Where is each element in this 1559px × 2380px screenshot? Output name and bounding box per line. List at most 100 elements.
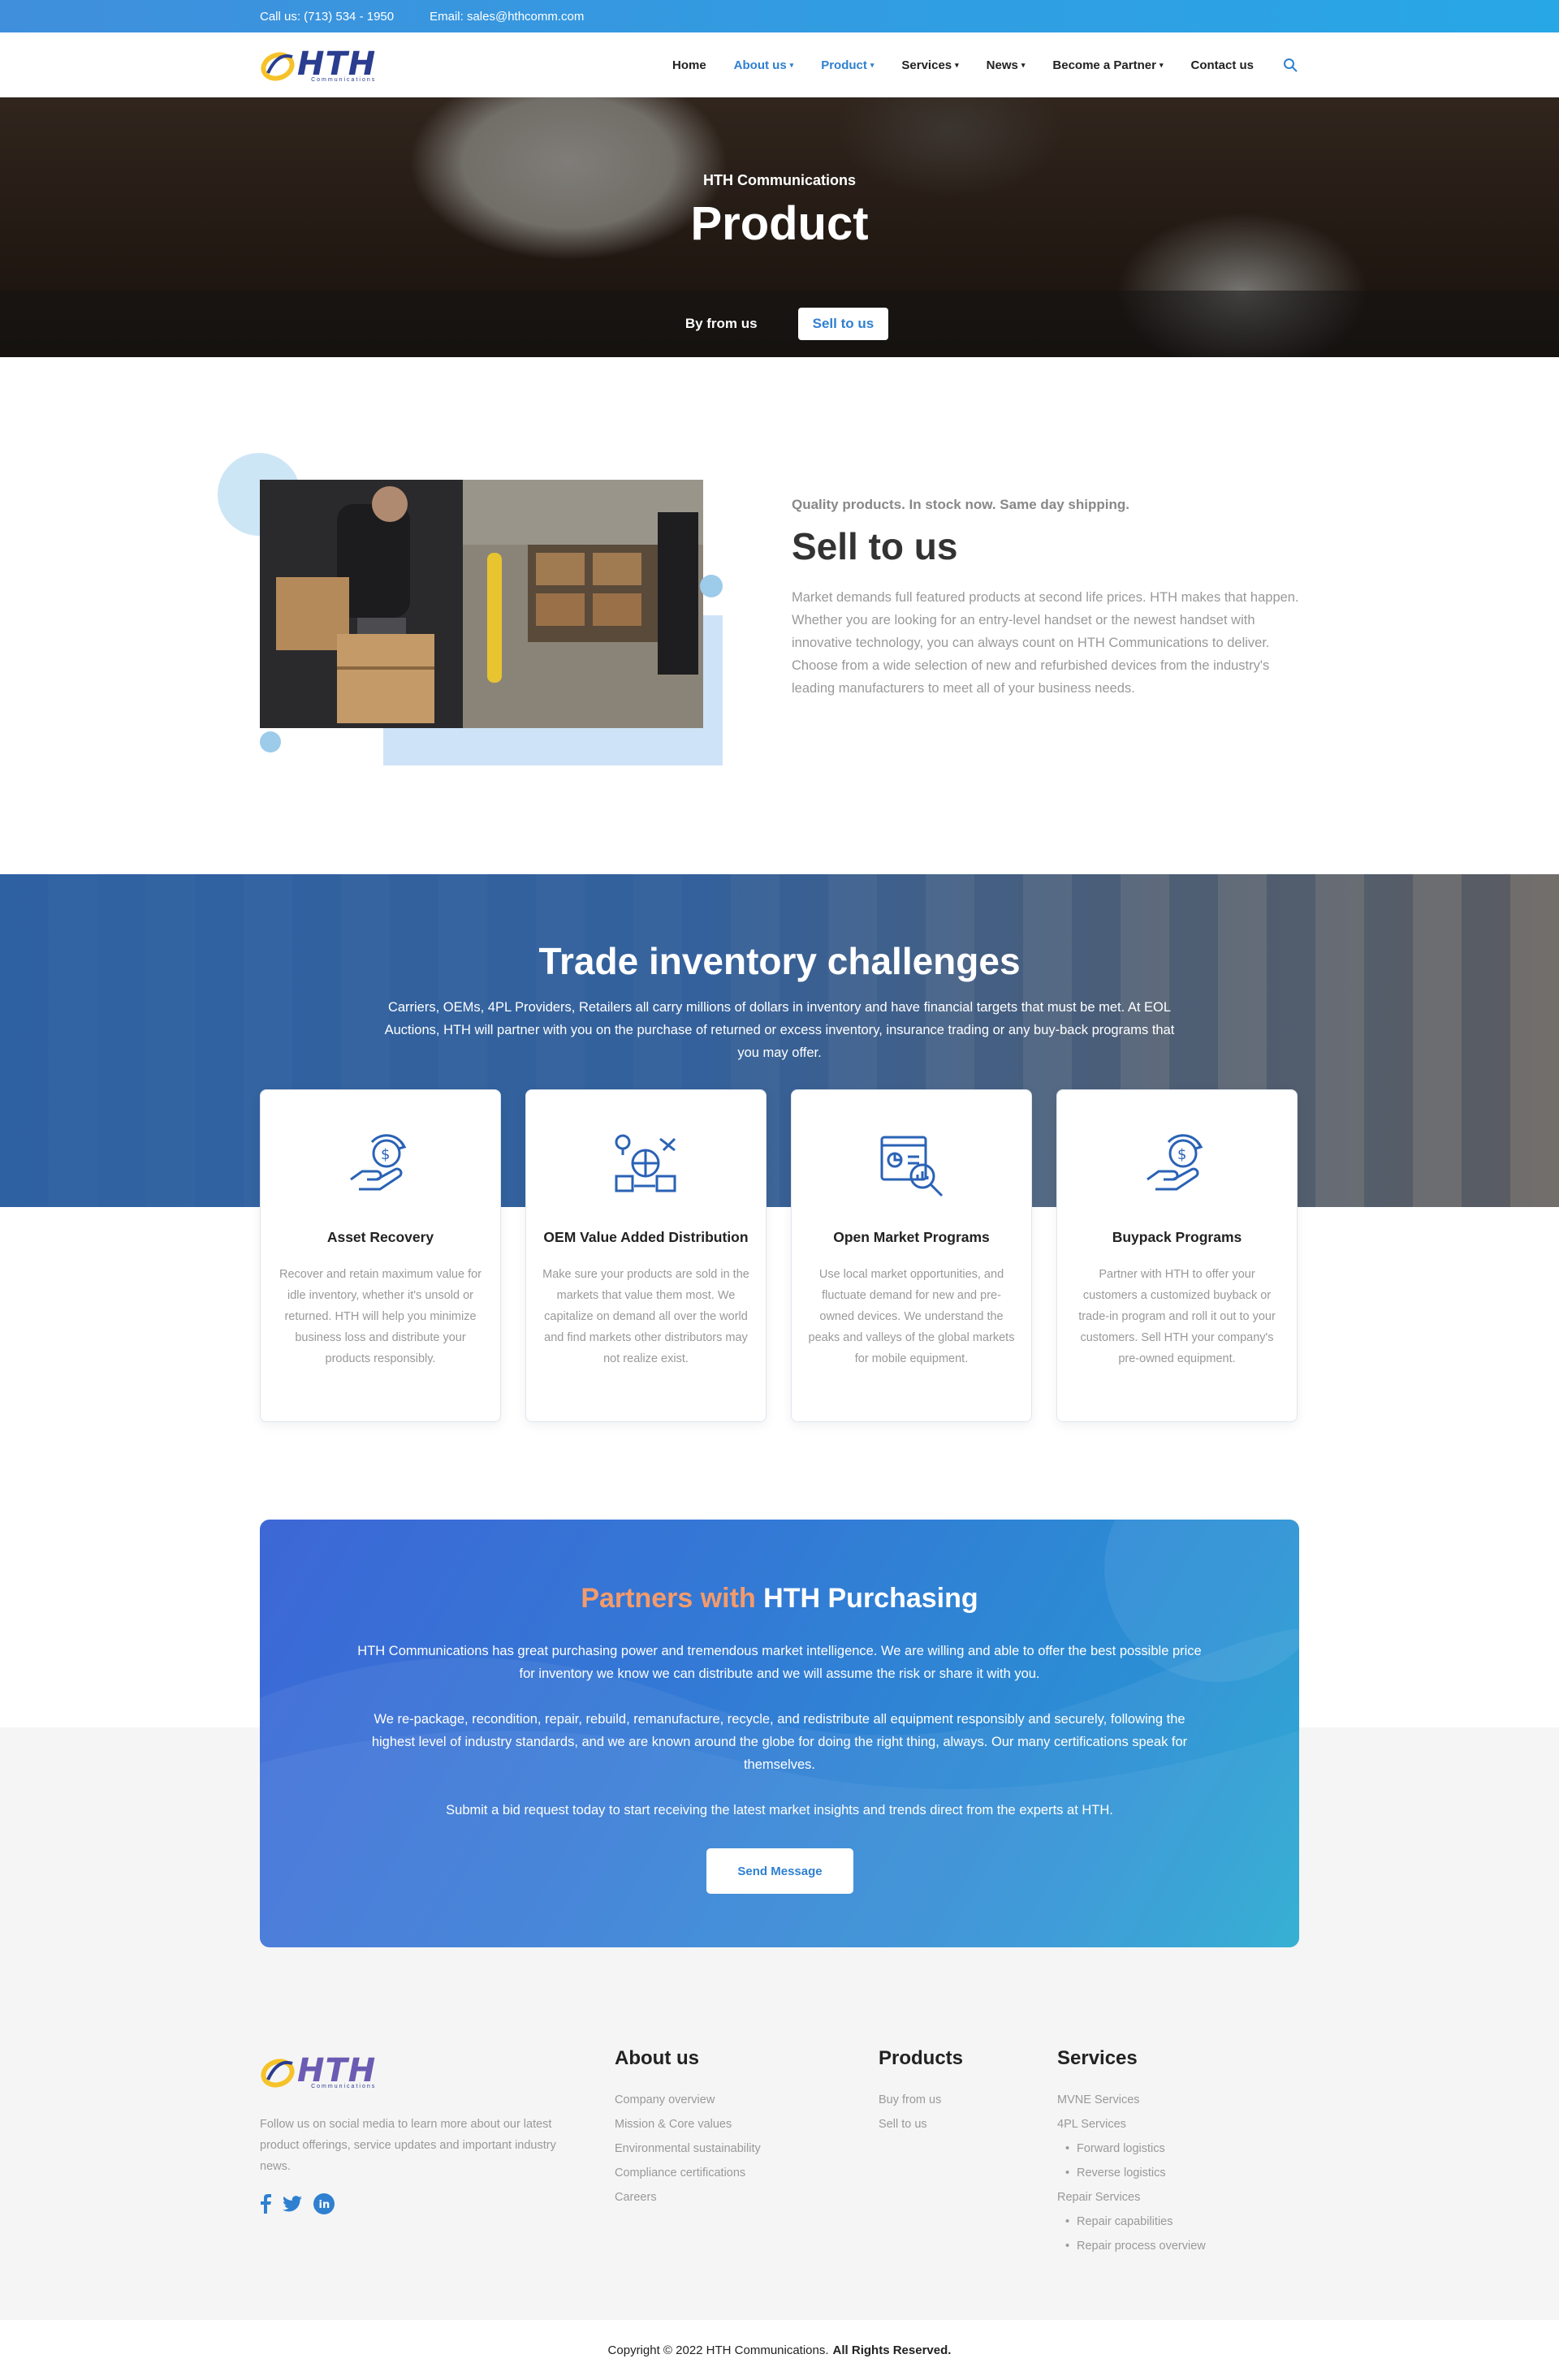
chevron-down-icon: ▾ <box>1021 60 1026 69</box>
nav-item-become-a-partner[interactable]: Become a Partner ▾ <box>1052 58 1163 72</box>
chevron-down-icon: ▾ <box>870 60 875 69</box>
decor-dot <box>260 731 281 752</box>
chevron-down-icon: ▾ <box>955 60 959 69</box>
nav-item-about-us[interactable]: About us ▾ <box>734 58 794 72</box>
nav-item-contact-us[interactable]: Contact us <box>1190 58 1254 72</box>
sell-body: Market demands full featured products at… <box>792 590 1299 696</box>
hero-title: Product <box>690 197 869 250</box>
tab-buy-from-us[interactable]: By from us <box>671 308 772 340</box>
phone-link[interactable]: Call us: (713) 534 - 1950 <box>260 10 394 24</box>
email-link[interactable]: Email: sales@hthcomm.com <box>430 10 584 24</box>
card-title: Asset Recovery <box>326 1229 434 1245</box>
footer-link[interactable]: Buy from us <box>879 2088 963 2112</box>
card-title: Open Market Programs <box>833 1229 990 1245</box>
footer-sublink[interactable]: Repair capabilities <box>1057 2210 1206 2234</box>
svg-text:in: in <box>319 2199 330 2211</box>
logo-text: HTH <box>297 45 377 83</box>
trade-body: Carriers, OEMs, 4PL Providers, Retailers… <box>384 1000 1175 1060</box>
nav-item-services[interactable]: Services ▾ <box>901 58 958 72</box>
main-nav: Home About us ▾ Product ▾ Services ▾ News ▾ Becom… <box>672 56 1299 74</box>
footer-link[interactable]: Careers <box>615 2185 761 2210</box>
linkedin-icon[interactable]: in <box>313 2193 335 2214</box>
hand-dollar-icon: $ <box>349 1134 406 1191</box>
logo-text: HTH <box>297 2051 377 2089</box>
footer-sublink[interactable]: Forward logistics <box>1057 2136 1206 2161</box>
nav-item-product[interactable]: Product ▾ <box>821 58 874 72</box>
card-open-market[interactable]: Open Market Programs Use local market op… <box>791 1089 1032 1422</box>
chevron-down-icon: ▾ <box>1159 60 1164 69</box>
market-analysis-icon <box>880 1136 943 1197</box>
partners-paragraph: We re-package, recondition, repair, rebu… <box>371 1712 1188 1772</box>
nav-label: Services <box>901 58 952 72</box>
send-message-button[interactable]: Send Message <box>706 1848 853 1894</box>
footer-logo[interactable]: HTH Communications <box>260 2047 376 2096</box>
social-links: in <box>260 2193 335 2214</box>
global-distribution-icon <box>615 1134 676 1192</box>
sell-title: Sell to us <box>792 525 958 567</box>
hand-dollar-icon: $ <box>1146 1134 1203 1191</box>
footer-link[interactable]: Sell to us <box>879 2112 963 2136</box>
footer-heading: About us <box>615 2047 699 2069</box>
card-body: Make sure your products are sold in the … <box>542 1268 749 1365</box>
search-icon[interactable] <box>1281 56 1299 74</box>
svg-text:$: $ <box>381 1146 390 1163</box>
card-title: Buypack Programs <box>1112 1229 1242 1245</box>
logo[interactable]: HTH Communications <box>260 41 376 89</box>
copyright-bar: Copyright © 2022 HTH Communications. All… <box>0 2320 1559 2380</box>
partners-title: Partners with HTH Purchasing <box>260 1583 1299 1615</box>
footer-link[interactable]: Compliance certifications <box>615 2161 761 2185</box>
partners-title-accent: Partners with <box>581 1583 756 1614</box>
partners-section: Partners with HTH Purchasing HTH Communi… <box>260 1520 1299 1947</box>
footer-link[interactable]: 4PL Services <box>1057 2112 1206 2136</box>
footer-link[interactable]: Environmental sustainability <box>615 2136 761 2161</box>
site-footer: HTH Communications Follow us on social m… <box>260 2013 1299 2281</box>
card-asset-recovery[interactable]: $ Asset Recovery Recover and retain maxi… <box>260 1089 501 1422</box>
nav-item-news[interactable]: News ▾ <box>987 58 1026 72</box>
nav-label: Become a Partner <box>1052 58 1156 72</box>
trade-cards: $ Asset Recovery Recover and retain maxi… <box>260 1089 1299 1422</box>
footer-services: Services MVNE Services 4PL Services Forw… <box>1057 2047 1206 2258</box>
twitter-icon[interactable] <box>283 2196 302 2212</box>
rights-text: All Rights Reserved. <box>832 2343 952 2357</box>
hero-banner: HTH Communications Product By from us Se… <box>0 97 1559 357</box>
card-oem-distribution[interactable]: OEM Value Added Distribution Make sure y… <box>525 1089 767 1422</box>
site-header: HTH Communications Home About us ▾ Product ▾… <box>0 32 1559 97</box>
logo-swoosh-icon <box>261 52 295 81</box>
top-bar: Call us: (713) 534 - 1950 Email: sales@h… <box>0 0 1559 32</box>
tab-sell-to-us[interactable]: Sell to us <box>797 308 889 340</box>
sell-section: Quality products. In stock now. Same day… <box>0 357 1559 877</box>
footer-sublink[interactable]: Reverse logistics <box>1057 2161 1206 2185</box>
footer-description: Follow us on social media to learn more … <box>260 2118 556 2173</box>
card-body: Partner with HTH to offer your customers… <box>1078 1268 1276 1365</box>
footer-sublink[interactable]: Repair process overview <box>1057 2234 1206 2258</box>
nav-label: Product <box>821 58 867 72</box>
nav-label: Home <box>672 58 706 72</box>
hero-kicker: HTH Communications <box>702 172 856 188</box>
nav-label: News <box>986 58 1018 72</box>
logo-swoosh-icon <box>261 2059 295 2088</box>
warehouse-photo <box>260 480 703 728</box>
decor-dot <box>700 575 723 597</box>
footer-link[interactable]: Mission & Core values <box>615 2112 761 2136</box>
footer-about: About us Company overview Mission & Core… <box>615 2047 761 2210</box>
nav-item-home[interactable]: Home <box>672 58 706 72</box>
chevron-down-icon: ▾ <box>789 60 794 69</box>
card-title: OEM Value Added Distribution <box>543 1229 749 1245</box>
card-body: Recover and retain maximum value for idl… <box>279 1268 482 1365</box>
nav-label: Contact us <box>1190 58 1254 72</box>
footer-products: Products Buy from us Sell to us <box>879 2047 963 2136</box>
footer-heading: Services <box>1057 2047 1138 2069</box>
partners-title-main: HTH Purchasing <box>763 1583 978 1614</box>
card-buypack[interactable]: $ Buypack Programs Partner with HTH to o… <box>1056 1089 1298 1422</box>
partners-paragraph: HTH Communications has great purchasing … <box>357 1644 1202 1681</box>
nav-label: About us <box>733 58 787 72</box>
trade-title: Trade inventory challenges <box>538 940 1021 982</box>
copyright-text: Copyright © 2022 HTH Communications. <box>607 2343 829 2357</box>
footer-link[interactable]: Repair Services <box>1057 2185 1206 2210</box>
footer-heading: Products <box>879 2047 964 2069</box>
footer-link[interactable]: Company overview <box>615 2088 761 2112</box>
facebook-icon[interactable] <box>260 2194 271 2214</box>
footer-link[interactable]: MVNE Services <box>1057 2088 1206 2112</box>
svg-text:$: $ <box>1177 1146 1186 1163</box>
partners-paragraph: Submit a bid request today to start rece… <box>446 1803 1113 1817</box>
